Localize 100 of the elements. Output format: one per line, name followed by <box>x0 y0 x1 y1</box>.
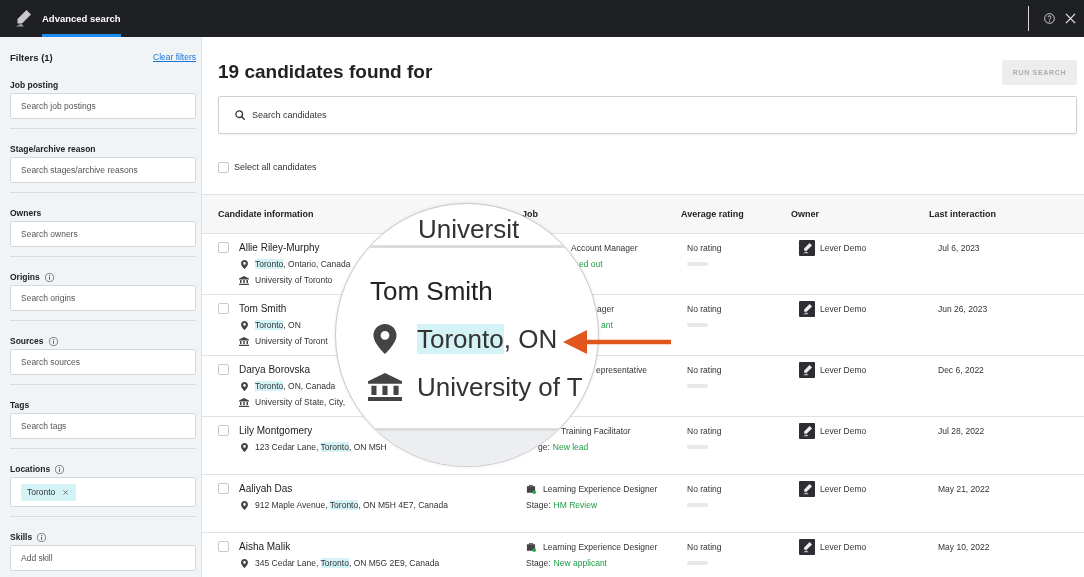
candidate-location: Toronto, Ontario, Canada <box>255 259 351 269</box>
filter-label: Owners <box>10 208 42 218</box>
rating-text: No rating <box>687 541 722 554</box>
owner-avatar-icon <box>799 423 815 439</box>
column-header: Owner <box>791 209 819 219</box>
candidate-name[interactable]: Aisha Malik <box>239 539 291 555</box>
candidate-search-field[interactable]: Search candidates <box>218 96 1077 134</box>
row-checkbox[interactable] <box>218 541 229 552</box>
candidate-location: 912 Maple Avenue, Toronto, ON M5H 4E7, Canada <box>255 500 448 510</box>
column-header: Candidate information <box>218 209 314 219</box>
clear-filters-link[interactable]: Clear filters <box>153 52 196 62</box>
owner-avatar-icon <box>799 362 815 378</box>
owner-name: Lever Demo <box>820 365 867 375</box>
candidate-location: Toronto, ON <box>255 320 301 330</box>
candidate-location: Toronto, ON, Canada <box>255 381 336 391</box>
help-icon[interactable] <box>1044 13 1055 24</box>
info-icon[interactable] <box>55 464 65 474</box>
filter-search-field[interactable]: Search origins <box>10 285 196 311</box>
filter-label: Tags <box>10 400 30 410</box>
owner-name: Lever Demo <box>820 426 867 436</box>
candidate-name[interactable]: Aaliyah Das <box>239 481 293 497</box>
last-interaction-date: Jul 6, 2023 <box>938 242 980 255</box>
magnified-location: Toronto, ON <box>417 323 558 356</box>
candidate-school: University of Toront <box>255 336 328 346</box>
rating-text: No rating <box>687 303 722 316</box>
row-checkbox[interactable] <box>218 303 229 314</box>
last-interaction-date: Dec 6, 2022 <box>938 364 984 377</box>
chip-label: Toronto <box>27 487 56 497</box>
briefcase-icon <box>526 542 536 552</box>
last-interaction-date: Jun 26, 2023 <box>938 303 988 316</box>
owner-avatar-icon <box>799 240 815 256</box>
row-checkbox[interactable] <box>218 242 229 253</box>
filter-label: Job posting <box>10 80 59 90</box>
location-pin-icon <box>240 500 248 510</box>
filter-search-field[interactable]: Search sources <box>10 349 196 375</box>
columns-building-icon <box>368 373 402 401</box>
job-stage: ge: New lead <box>538 441 589 454</box>
job-title: Learning Experience Designer <box>543 484 658 494</box>
owner-name: Lever Demo <box>820 484 867 494</box>
location-pin-icon <box>240 259 248 269</box>
candidate-school: University of State, City, <box>255 397 346 407</box>
locations-field[interactable]: Toronto <box>10 477 196 507</box>
filter-label: Skills <box>10 532 33 542</box>
filters-title: Filters (1) <box>10 51 53 63</box>
rating-text: No rating <box>687 425 722 438</box>
job-title: epresentative <box>596 365 648 375</box>
pen-logo-icon <box>14 9 32 27</box>
select-all-label: Select all candidates <box>234 162 317 172</box>
filter-search-field[interactable]: Search tags <box>10 413 196 439</box>
close-icon[interactable] <box>1065 13 1076 24</box>
location-pin-icon <box>373 324 397 354</box>
filter-search-field[interactable]: Search owners <box>10 221 196 247</box>
job-title: Training Facilitator <box>561 426 631 436</box>
rating-text: No rating <box>687 242 722 255</box>
info-icon[interactable] <box>48 336 58 346</box>
filter-search-field[interactable]: Add skill <box>10 545 196 571</box>
select-all-checkbox[interactable] <box>218 161 229 173</box>
last-interaction-date: May 10, 2022 <box>938 541 990 554</box>
search-icon <box>235 110 245 120</box>
job-title: Learning Experience Designer <box>543 542 658 552</box>
location-pin-icon <box>240 558 248 568</box>
filter-label: Stage/archive reason <box>10 144 96 154</box>
remove-icon[interactable] <box>63 489 69 495</box>
candidate-name[interactable]: Tom Smith <box>239 301 287 317</box>
candidate-school: University of Toronto <box>255 275 333 285</box>
candidate-name[interactable]: Allie Riley-Murphy <box>239 240 320 256</box>
candidate-name[interactable]: Lily Montgomery <box>239 423 313 439</box>
owner-name: Lever Demo <box>820 304 867 314</box>
column-header: Last interaction <box>929 209 996 219</box>
owner-avatar-icon <box>799 481 815 497</box>
row-checkbox[interactable] <box>218 483 229 494</box>
location-pin-icon <box>240 381 248 391</box>
owner-name: Lever Demo <box>820 542 867 552</box>
results-title: 19 candidates found for <box>218 60 433 84</box>
row-checkbox[interactable] <box>218 425 229 436</box>
magnified-school: University of T <box>417 371 583 404</box>
filter-search-field[interactable]: Search stages/archive reasons <box>10 157 196 183</box>
filter-label: Sources <box>10 336 44 346</box>
magnified-text-fragment: Universit <box>418 216 520 242</box>
job-stage: Stage: New applicant <box>526 557 607 570</box>
filter-label: Origins <box>10 272 40 282</box>
info-icon[interactable] <box>44 272 54 282</box>
filter-label: Locations <box>10 464 51 474</box>
job-title: Account Manager <box>571 243 638 253</box>
candidate-name[interactable]: Darya Borovska <box>239 362 311 378</box>
location-pin-icon <box>240 320 248 330</box>
magnified-candidate-name: Tom Smith <box>370 275 493 308</box>
column-header: Average rating <box>681 209 744 219</box>
rating-text: No rating <box>687 483 722 496</box>
last-interaction-date: Jul 28, 2022 <box>938 425 985 438</box>
row-checkbox[interactable] <box>218 364 229 375</box>
info-icon[interactable] <box>37 532 47 542</box>
job-stage: ed out <box>579 258 603 271</box>
candidate-location: 123 Cedar Lane, Toronto, ON M5H <box>255 442 387 452</box>
owner-avatar-icon <box>799 301 815 317</box>
filter-search-field[interactable]: Search job postings <box>10 93 196 119</box>
columns-building-icon <box>239 397 249 407</box>
column-header: Job <box>522 209 538 219</box>
owner-avatar-icon <box>799 539 815 555</box>
columns-building-icon <box>239 275 249 285</box>
